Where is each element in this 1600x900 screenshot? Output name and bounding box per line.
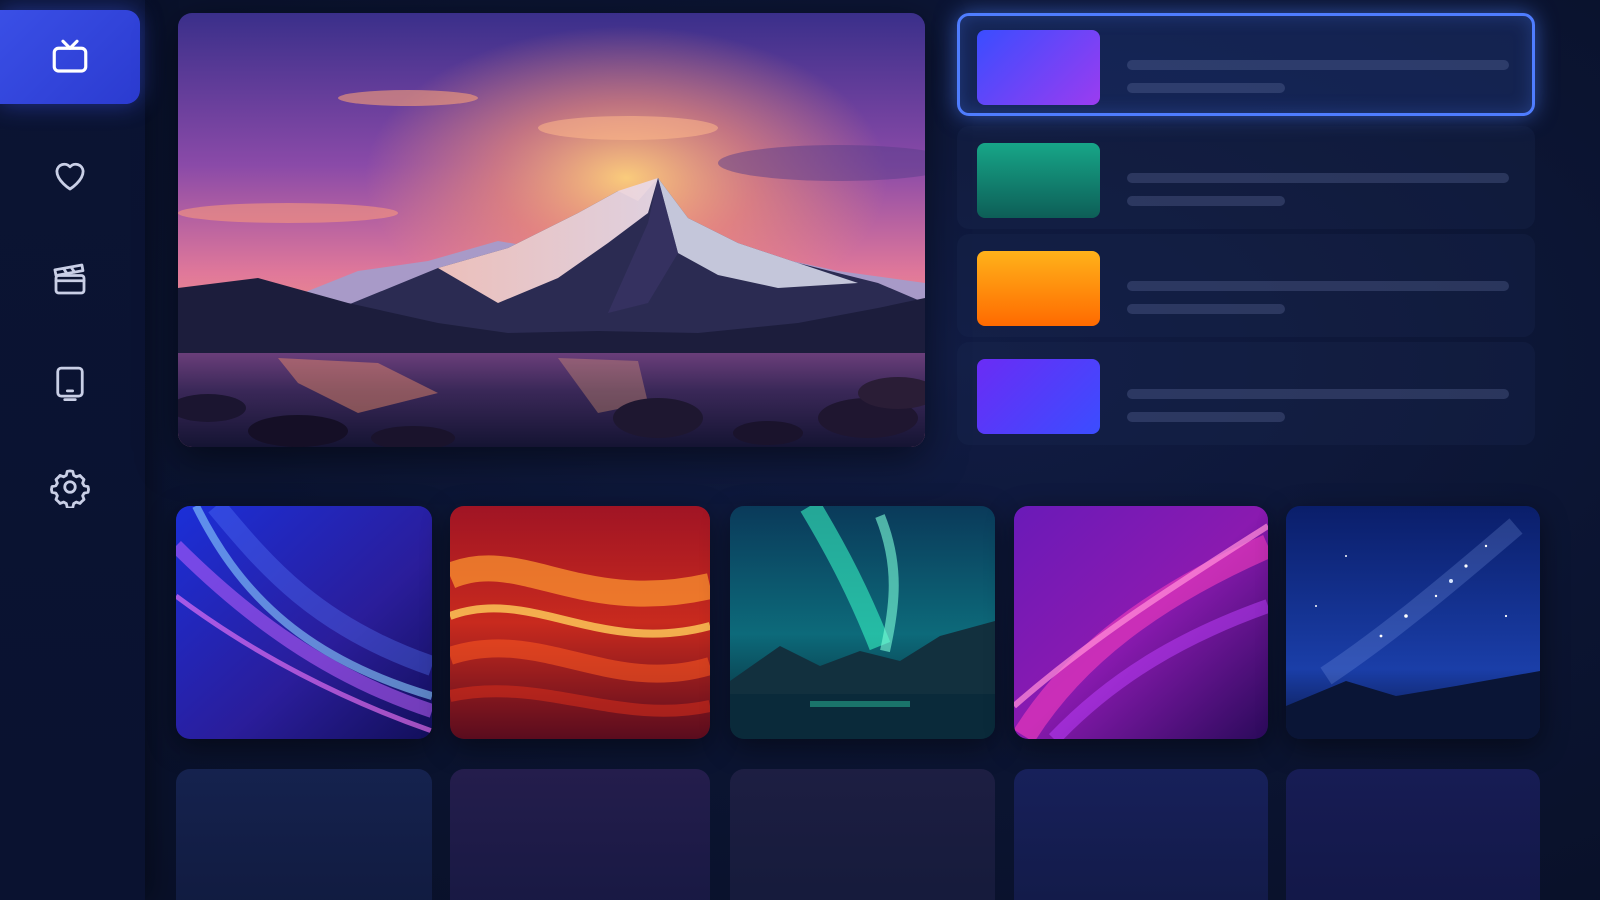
channel-list-item-4[interactable] — [957, 342, 1535, 445]
mountain-sunset-image — [178, 13, 925, 447]
magenta-wave-image — [1014, 506, 1268, 739]
channel-list-item-1[interactable] — [957, 13, 1535, 116]
starry-night-image — [1286, 506, 1540, 739]
wallpaper-tile-starry-night[interactable] — [1286, 506, 1540, 739]
sidebar — [0, 0, 145, 900]
channel-list-item-2[interactable] — [957, 126, 1535, 229]
sidebar-item-movies[interactable] — [0, 232, 140, 326]
sidebar-item-tv[interactable] — [0, 10, 140, 104]
channel-thumbnail — [977, 143, 1100, 218]
tablet-icon — [56, 366, 84, 402]
wallpaper-tile-red-orange-wave[interactable] — [450, 506, 710, 739]
channel-title-placeholder — [1127, 173, 1509, 183]
wallpaper-tile-blue-purple-wave[interactable] — [176, 506, 432, 739]
tv-home-screen — [0, 0, 1600, 900]
channel-title-placeholder — [1127, 389, 1509, 399]
heart-icon — [55, 162, 85, 191]
placeholder-tile-2[interactable] — [450, 769, 710, 900]
placeholder-tile-4[interactable] — [1014, 769, 1268, 900]
placeholder-tile-3[interactable] — [730, 769, 995, 900]
channel-thumbnail — [977, 359, 1100, 434]
channel-subtitle-placeholder — [1127, 196, 1285, 206]
tv-icon — [52, 39, 88, 73]
channel-title-placeholder — [1127, 60, 1509, 70]
channel-subtitle-placeholder — [1127, 83, 1285, 93]
aurora-lake-image — [730, 506, 995, 739]
gear-icon — [50, 469, 90, 508]
wallpaper-tile-aurora-lake[interactable] — [730, 506, 995, 739]
sidebar-item-device[interactable] — [0, 336, 140, 430]
channel-subtitle-placeholder — [1127, 304, 1285, 314]
placeholder-tile-1[interactable] — [176, 769, 432, 900]
clapperboard-icon — [53, 263, 86, 295]
wallpaper-tile-magenta-wave[interactable] — [1014, 506, 1268, 739]
channel-thumbnail — [977, 30, 1100, 105]
placeholder-tile-5[interactable] — [1286, 769, 1540, 900]
blue-purple-wave-image — [176, 506, 432, 739]
channel-list-item-3[interactable] — [957, 234, 1535, 337]
channel-subtitle-placeholder — [1127, 412, 1285, 422]
sidebar-item-settings[interactable] — [0, 440, 140, 534]
channel-thumbnail — [977, 251, 1100, 326]
sidebar-item-favorites[interactable] — [0, 128, 140, 222]
hero-banner-image[interactable] — [178, 13, 925, 447]
channel-title-placeholder — [1127, 281, 1509, 291]
red-orange-wave-image — [450, 506, 710, 739]
